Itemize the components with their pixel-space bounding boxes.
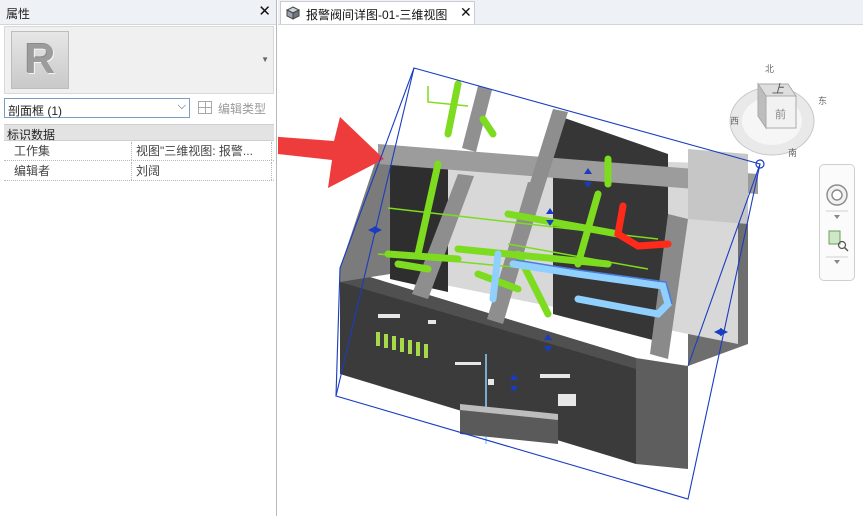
property-key: 编辑者 (4, 162, 132, 180)
right-wall (636, 358, 688, 469)
view-area: 报警阀间详图-01-三维视图 ✕ 上 前 北 东 南 西 (78, 0, 863, 516)
tab-3d-view[interactable]: 报警阀间详图-01-三维视图 ✕ (280, 1, 475, 24)
compass-east[interactable]: 东 (818, 94, 827, 107)
edit-type-label: 编辑类型 (218, 102, 267, 116)
tab-label: 报警阀间详图-01-三维视图 (306, 8, 448, 22)
view-tab-bar: 报警阀间详图-01-三维视图 ✕ (278, 0, 863, 25)
property-row-editor[interactable]: 编辑者 刘阔 (4, 162, 274, 181)
navigation-bar (819, 164, 855, 281)
chevron-down-icon[interactable] (834, 260, 840, 264)
revit-logo-icon: R (11, 31, 69, 89)
property-value[interactable]: 视图"三维视图: 报警... (136, 142, 272, 160)
beam-vertical-3 (462, 86, 492, 152)
section-label: 标识数据 (7, 128, 56, 142)
3d-view-icon (286, 6, 300, 20)
viewcube-side-face[interactable]: 前 (775, 106, 786, 122)
compass-west[interactable]: 西 (730, 114, 739, 127)
annotation-arrow (78, 117, 384, 188)
properties-panel: 属性 ✕ R ▼ 剖面框 (1) ⌵ 编辑类型 标识数据 工作集 视图"三维视图… (0, 0, 277, 516)
close-icon[interactable]: ✕ (258, 2, 271, 20)
property-key: 工作集 (4, 142, 132, 160)
instance-filter-label: 剖面框 (1) (8, 104, 63, 118)
compass-north[interactable]: 北 (765, 62, 774, 75)
model-render (78, 67, 815, 500)
chevron-down-icon: ⌵ (177, 100, 186, 112)
navbar-icons (826, 184, 849, 264)
instance-filter-dropdown[interactable]: 剖面框 (1) ⌵ (4, 98, 190, 118)
3d-model-canvas[interactable]: 上 前 北 东 南 西 (78, 24, 863, 516)
section-identity-data[interactable]: 标识数据 (4, 124, 274, 142)
column-right (688, 149, 748, 224)
close-icon[interactable]: ✕ (460, 4, 472, 21)
property-row-workset[interactable]: 工作集 视图"三维视图: 报警... (4, 142, 274, 161)
properties-title: 属性 (6, 7, 31, 21)
compass-south[interactable]: 南 (788, 146, 797, 159)
type-selector[interactable]: R ▼ (4, 26, 274, 94)
edit-type-icon (198, 101, 212, 114)
type-dropdown-arrow-icon[interactable]: ▼ (261, 55, 269, 64)
chevron-down-icon[interactable] (834, 215, 840, 219)
steering-wheel-icon[interactable] (826, 184, 848, 206)
properties-header: 属性 ✕ (0, 0, 276, 25)
instance-row: 剖面框 (1) ⌵ 编辑类型 (4, 98, 274, 118)
zoom-region-icon[interactable] (828, 230, 849, 252)
property-value[interactable]: 刘阔 (136, 162, 272, 180)
